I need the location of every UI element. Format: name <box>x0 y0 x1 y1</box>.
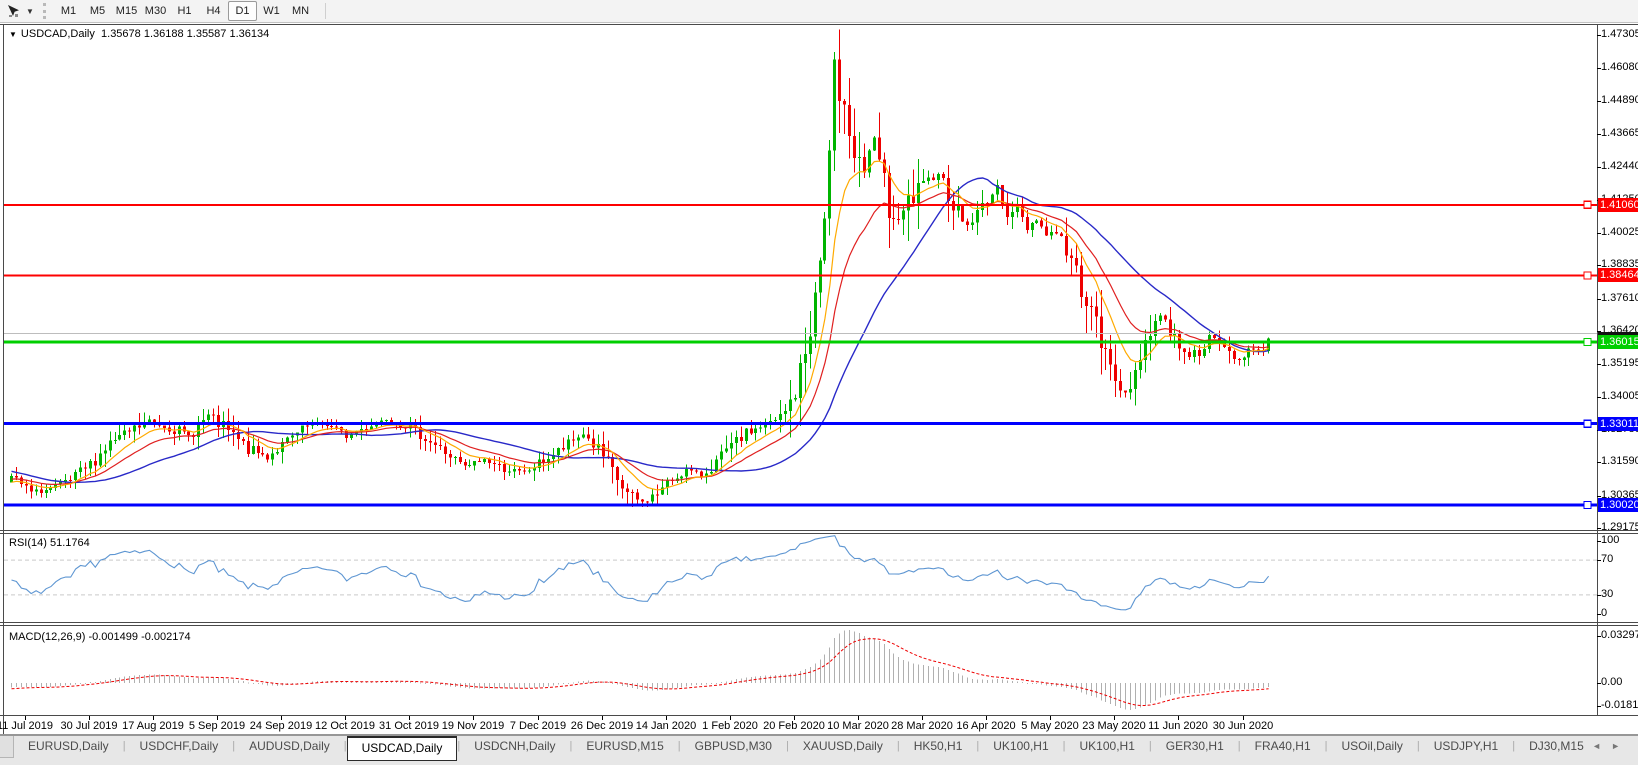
tab-scroll-arrows[interactable]: ◄► <box>1592 741 1630 751</box>
macd-label: MACD(12,26,9) -0.001499 -0.002174 <box>9 631 191 643</box>
chart-tab[interactable]: GBPUSD,M30 <box>681 736 786 757</box>
chart-tab[interactable]: UK100,H1 <box>979 736 1062 757</box>
date-tick-label: 30 Jun 2020 <box>1213 720 1274 732</box>
rsi-label: RSI(14) 51.1764 <box>9 537 90 549</box>
date-tick-label: 23 May 2020 <box>1082 720 1146 732</box>
date-tick-label: 1 Feb 2020 <box>702 720 758 732</box>
date-tick-label: 11 Jul 2019 <box>0 720 53 732</box>
chart-tab[interactable]: USOil,Daily <box>1328 736 1417 757</box>
chart-canvas[interactable] <box>0 0 1638 765</box>
chart-tab[interactable]: USDCAD,Daily <box>347 736 458 761</box>
chart-tab[interactable]: FRA40,H1 <box>1241 736 1325 757</box>
chart-tab[interactable]: EURUSD,M15 <box>572 736 677 757</box>
date-tick-label: 16 Apr 2020 <box>956 720 1015 732</box>
tab-scroll-left-icon[interactable]: ◄ <box>1592 741 1611 751</box>
chart-tab[interactable]: USDCHF,Daily <box>126 736 233 757</box>
chart-tab[interactable]: HK50,H1 <box>900 736 977 757</box>
date-tick-label: 17 Aug 2019 <box>122 720 184 732</box>
level-price-label: 1.38464 <box>1598 268 1638 282</box>
date-tick-label: 19 Nov 2019 <box>442 720 504 732</box>
current-price-axis-marker <box>1598 332 1638 335</box>
symbol-period-label: USDCAD,Daily <box>21 28 95 40</box>
date-tick-label: 31 Oct 2019 <box>379 720 439 732</box>
chart-tab[interactable]: USDCNH,Daily <box>460 736 569 757</box>
tabbar-left-stub[interactable] <box>0 736 14 758</box>
chart-tab[interactable]: AUDUSD,Daily <box>235 736 344 757</box>
date-tick-label: 14 Jan 2020 <box>636 720 697 732</box>
date-tick-label: 26 Dec 2019 <box>571 720 633 732</box>
level-price-label: 1.33011 <box>1598 417 1638 431</box>
chart-tab[interactable]: DJ30,M15 <box>1515 736 1598 757</box>
date-tick-label: 12 Oct 2019 <box>315 720 375 732</box>
date-tick-label: 28 Mar 2020 <box>891 720 953 732</box>
chart-tab[interactable]: EURUSD,Daily <box>14 736 123 757</box>
chart-tab[interactable]: GER30,H1 <box>1152 736 1238 757</box>
level-price-label: 1.41060 <box>1598 198 1638 212</box>
date-tick-label: 30 Jul 2019 <box>61 720 118 732</box>
ohlc-values: 1.35678 1.36188 1.35587 1.36134 <box>101 28 269 40</box>
level-price-label: 1.30020 <box>1598 498 1638 512</box>
tab-scroll-right-icon[interactable]: ► <box>1611 741 1630 751</box>
chart-tab[interactable]: USDJPY,H1 <box>1420 736 1512 757</box>
date-tick-label: 5 May 2020 <box>1021 720 1078 732</box>
date-tick-label: 10 Mar 2020 <box>827 720 889 732</box>
chart-tab-bar: EURUSD,Daily|USDCHF,Daily|AUDUSD,Daily|U… <box>0 735 1638 765</box>
date-tick-label: 7 Dec 2019 <box>510 720 566 732</box>
chart-title: ▼ USDCAD,Daily 1.35678 1.36188 1.35587 1.… <box>9 28 269 40</box>
date-tick-label: 20 Feb 2020 <box>763 720 825 732</box>
chart-tab[interactable]: UK100,H1 <box>1066 736 1149 757</box>
level-price-label: 1.36015 <box>1598 335 1638 349</box>
date-tick-label: 24 Sep 2019 <box>250 720 312 732</box>
collapse-triangle-icon[interactable]: ▼ <box>9 30 17 39</box>
mt4-window: ▼ M1M5M15M30H1H4D1W1MN ▼USDCAD,Daily 1.3… <box>0 0 1638 765</box>
date-tick-label: 11 Jun 2020 <box>1148 720 1208 732</box>
chart-tab[interactable]: XAUUSD,Daily <box>789 736 897 757</box>
date-tick-label: 5 Sep 2019 <box>189 720 245 732</box>
